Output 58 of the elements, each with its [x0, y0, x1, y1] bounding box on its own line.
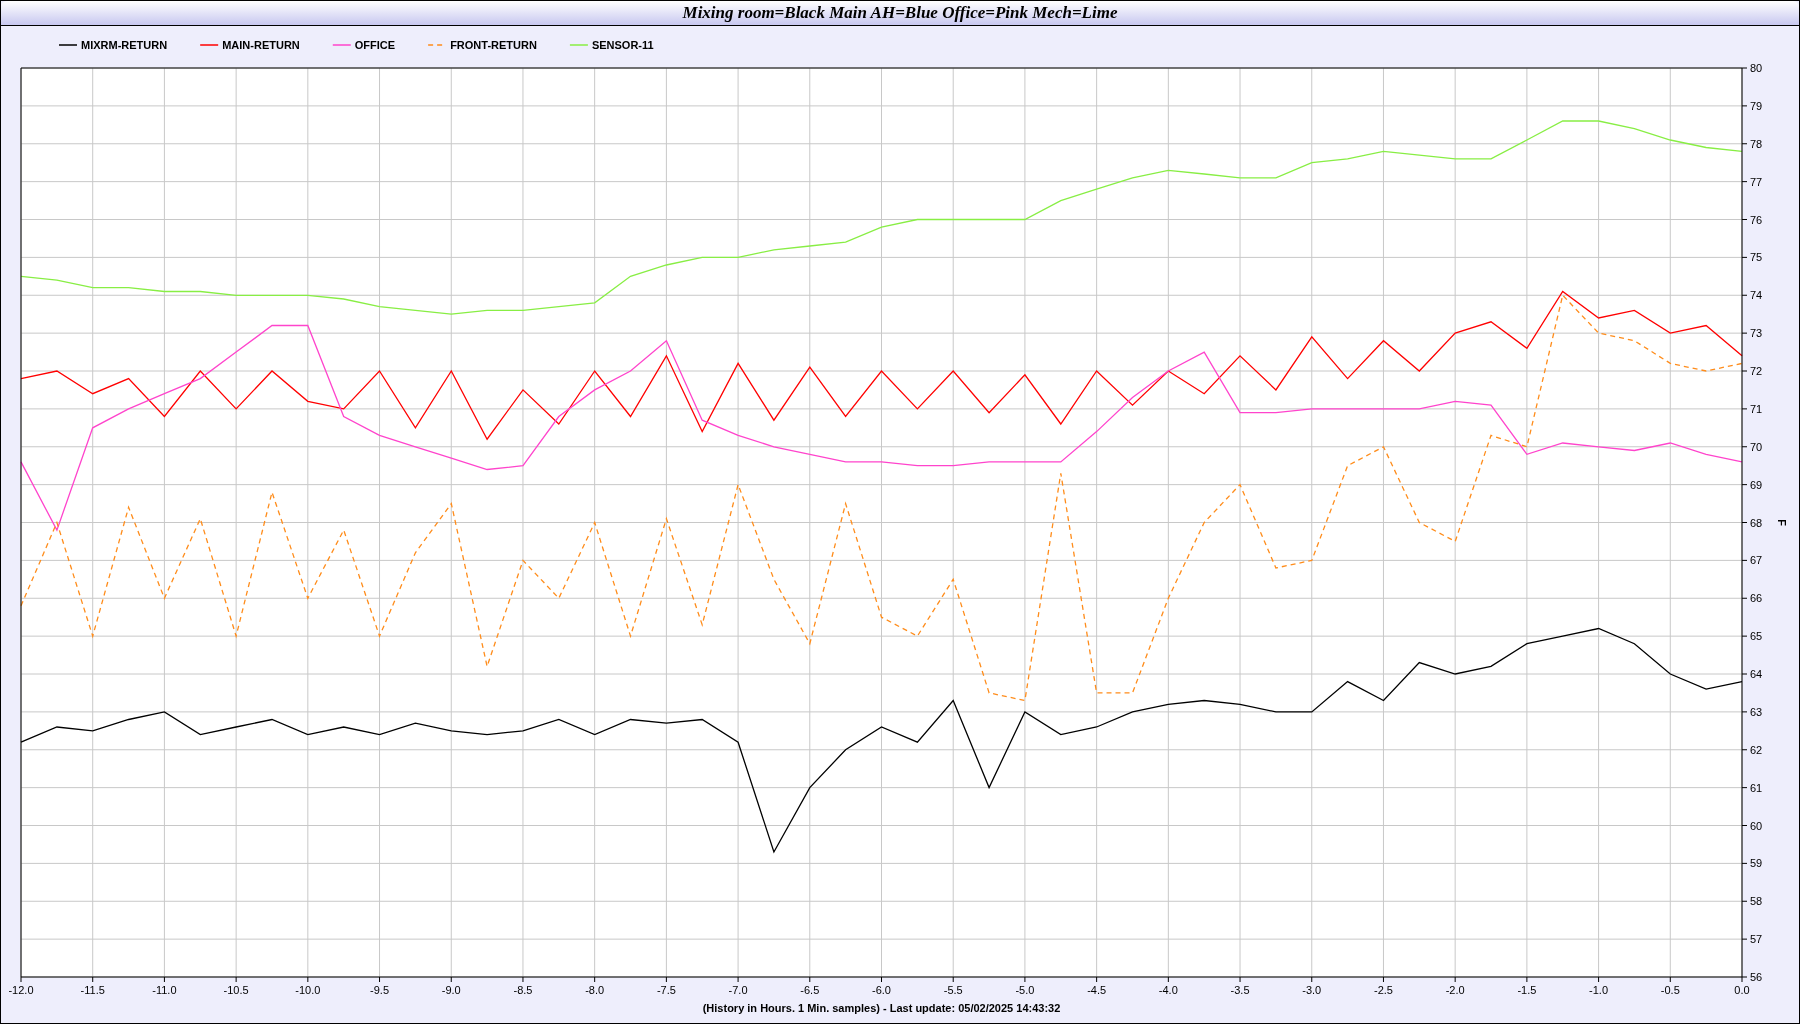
y-tick-label: 59 — [1750, 857, 1763, 870]
x-tick-label: -11.5 — [80, 984, 105, 996]
y-tick-label: 68 — [1750, 516, 1763, 529]
x-tick-label: -12.0 — [8, 984, 34, 996]
x-tick-label: -0.5 — [1660, 984, 1680, 996]
legend-label: SENSOR-11 — [591, 39, 654, 51]
y-tick-label: 78 — [1750, 137, 1763, 150]
y-tick-label: 58 — [1750, 895, 1763, 908]
y-tick-label: 64 — [1750, 668, 1763, 680]
y-tick-label: 66 — [1750, 592, 1763, 605]
y-tick-label: 75 — [1750, 251, 1763, 264]
x-tick-label: -2.0 — [1445, 984, 1465, 996]
legend-label: MAIN-RETURN — [222, 39, 300, 51]
x-tick-label: -7.0 — [728, 984, 748, 996]
y-tick-label: 67 — [1750, 554, 1763, 567]
x-tick-label: -1.0 — [1589, 984, 1609, 996]
x-tick-label: -6.5 — [800, 984, 820, 996]
y-tick-label: 56 — [1750, 971, 1763, 983]
x-tick-label: -3.5 — [1230, 984, 1250, 996]
x-tick-label: -8.5 — [513, 984, 533, 996]
x-tick-label: -5.5 — [943, 984, 963, 996]
x-tick-label: -1.5 — [1517, 984, 1537, 996]
y-tick-label: 57 — [1750, 933, 1763, 946]
y-tick-label: 80 — [1750, 62, 1763, 74]
legend-label: FRONT-RETURN — [450, 39, 537, 51]
chart-title: Mixing room=Black Main AH=Blue Office=Pink Mech=Lime — [1, 1, 1799, 26]
x-tick-label: -8.0 — [585, 984, 605, 996]
y-tick-label: 61 — [1750, 781, 1763, 794]
x-tick-label: -2.5 — [1373, 984, 1393, 996]
y-axis-label: F — [1776, 519, 1788, 526]
x-tick-label: -9.0 — [441, 984, 461, 996]
x-tick-label: -3.0 — [1302, 984, 1322, 996]
y-tick-label: 76 — [1750, 213, 1763, 226]
y-tick-label: 60 — [1750, 819, 1763, 832]
y-tick-label: 73 — [1750, 327, 1763, 340]
x-tick-label: -6.0 — [872, 984, 891, 996]
y-tick-label: 70 — [1750, 440, 1763, 453]
x-tick-label: -9.5 — [370, 984, 390, 996]
x-tick-label: -5.0 — [1015, 984, 1035, 996]
y-tick-label: 74 — [1750, 289, 1763, 302]
x-tick-label: -4.5 — [1087, 984, 1107, 996]
x-tick-label: -10.5 — [223, 984, 249, 996]
legend-label: MIXRM-RETURN — [81, 39, 168, 51]
y-tick-label: 77 — [1750, 175, 1763, 188]
y-tick-label: 65 — [1750, 630, 1763, 643]
x-tick-label: -4.0 — [1158, 984, 1178, 996]
y-tick-label: 62 — [1750, 743, 1763, 756]
x-tick-label: -11.0 — [152, 984, 177, 996]
y-tick-label: 72 — [1750, 365, 1763, 377]
x-tick-label: 0.0 — [1734, 984, 1750, 996]
legend-label: OFFICE — [354, 39, 396, 51]
y-tick-label: 79 — [1750, 99, 1763, 112]
x-axis-label: (History in Hours. 1 Min. samples) - Last update: 05/02/2025 14:43:32 — [702, 1002, 1061, 1014]
y-tick-label: 63 — [1750, 705, 1763, 718]
y-tick-label: 69 — [1750, 478, 1763, 491]
x-tick-label: -10.0 — [295, 984, 321, 996]
y-tick-label: 71 — [1750, 402, 1763, 415]
x-tick-label: -7.5 — [656, 984, 676, 996]
